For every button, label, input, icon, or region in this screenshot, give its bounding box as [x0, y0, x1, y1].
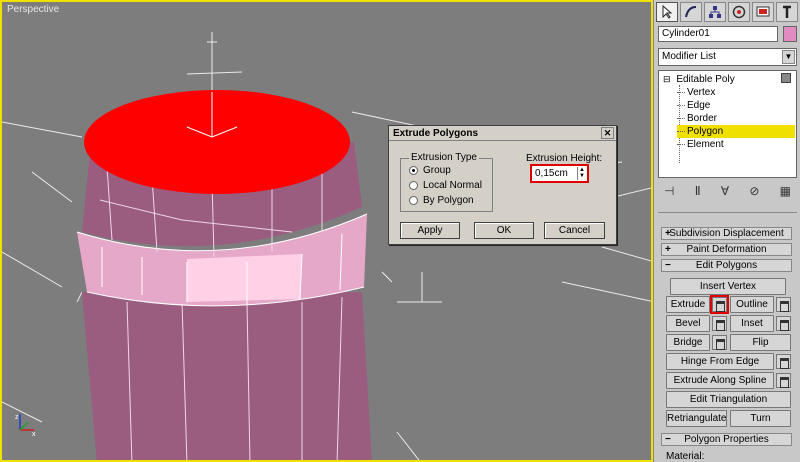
hierarchy-tab[interactable]	[704, 2, 726, 22]
motion-icon	[732, 5, 746, 19]
radio-icon	[409, 196, 418, 205]
command-panel: Cylinder01 Modifier List ▼ ⊟ Editable Po…	[653, 0, 800, 462]
bevel-button[interactable]: Bevel	[666, 315, 710, 332]
stack-item-polygon[interactable]: Polygon	[677, 125, 795, 138]
display-icon	[756, 6, 770, 17]
display-tab[interactable]	[752, 2, 774, 22]
rollouts-area: + Subdivision Displacement + Paint Deforma…	[658, 212, 797, 462]
apply-button[interactable]: Apply	[400, 222, 460, 239]
stack-item-border[interactable]: Border	[677, 112, 717, 125]
cancel-button[interactable]: Cancel	[544, 222, 605, 239]
remove-modifier-icon[interactable]: ⊘	[749, 184, 759, 198]
extrusion-height-label: Extrusion Height:	[526, 153, 603, 164]
dialog-title: Extrude Polygons	[393, 128, 479, 139]
stack-tools: ⊣ Ⅱ ∀ ⊘ ▦	[658, 180, 797, 202]
stack-toggle-icon[interactable]	[781, 73, 791, 83]
radio-icon	[409, 181, 418, 190]
extrusion-height-input[interactable]: 0,15cm ▲ ▼	[530, 164, 589, 183]
svg-text:x: x	[32, 431, 36, 436]
command-panel-tabs	[656, 2, 798, 22]
extrusion-type-group: Extrusion Type Group Local Normal By Pol…	[400, 152, 493, 212]
object-name-field[interactable]: Cylinder01	[658, 26, 778, 42]
insert-vertex-button[interactable]: Insert Vertex	[670, 278, 786, 295]
utilities-tab[interactable]	[776, 2, 798, 22]
configure-sets-icon[interactable]: ▦	[780, 184, 791, 198]
curve-icon	[685, 6, 697, 18]
radio-selected-icon	[409, 166, 418, 175]
show-end-result-icon[interactable]: Ⅱ	[695, 184, 701, 198]
bevel-settings-button[interactable]	[712, 316, 727, 331]
bridge-button[interactable]: Bridge	[666, 334, 710, 351]
hierarchy-icon	[709, 6, 721, 18]
radio-by-polygon[interactable]: By Polygon	[409, 195, 474, 206]
utilities-icon	[783, 5, 791, 18]
flip-button[interactable]: Flip	[730, 334, 791, 351]
extrude-along-spline-button[interactable]: Extrude Along Spline	[666, 372, 774, 389]
turn-button[interactable]: Turn	[730, 410, 791, 427]
chevron-down-icon: ▼	[782, 50, 795, 64]
rollout-subdivision-displacement[interactable]: + Subdivision Displacement	[661, 227, 792, 240]
object-color-swatch[interactable]	[783, 26, 797, 42]
cursor-icon	[662, 5, 673, 19]
spinner-icon[interactable]: ▲ ▼	[577, 167, 586, 180]
modifier-list-dropdown[interactable]: Modifier List ▼	[658, 48, 797, 66]
viewport-label[interactable]: Perspective	[7, 4, 59, 15]
ok-button[interactable]: OK	[474, 222, 534, 239]
make-unique-icon[interactable]: ∀	[721, 184, 729, 198]
rollout-polygon-properties[interactable]: − Polygon Properties	[661, 433, 792, 446]
hinge-from-edge-button[interactable]: Hinge From Edge	[666, 353, 774, 370]
extrude-button[interactable]: Extrude	[666, 296, 710, 313]
stack-item-editable-poly[interactable]: ⊟ Editable Poly	[663, 73, 735, 86]
material-label: Material:	[666, 451, 705, 462]
close-icon[interactable]: ✕	[601, 127, 614, 139]
dialog-title-bar[interactable]: Extrude Polygons ✕	[389, 126, 616, 141]
outline-button[interactable]: Outline	[730, 296, 774, 313]
outline-settings-button[interactable]	[776, 297, 791, 312]
extrusion-type-label: Extrusion Type	[409, 152, 479, 163]
create-tab[interactable]	[656, 2, 678, 22]
svg-text:z: z	[15, 414, 19, 421]
radio-local-normal[interactable]: Local Normal	[409, 180, 482, 191]
extrude-polygons-dialog: Extrude Polygons ✕ Extrusion Type Group …	[388, 125, 617, 245]
rollout-edit-polygons[interactable]: − Edit Polygons	[661, 259, 792, 272]
edit-triangulation-button[interactable]: Edit Triangulation	[666, 391, 791, 408]
radio-group[interactable]: Group	[409, 165, 451, 176]
extrude-settings-button[interactable]	[710, 295, 729, 314]
retriangulate-button[interactable]: Retriangulate	[666, 410, 727, 427]
hinge-settings-button[interactable]	[776, 354, 791, 369]
extrude-along-spline-settings-button[interactable]	[776, 373, 791, 388]
stack-item-element[interactable]: Element	[677, 138, 724, 151]
stack-item-edge[interactable]: Edge	[677, 99, 710, 112]
inset-settings-button[interactable]	[776, 316, 791, 331]
axis-gizmo: z x	[14, 410, 38, 436]
collapse-icon: ⊟	[663, 74, 671, 84]
selected-polygon-cap	[84, 90, 350, 194]
stack-item-vertex[interactable]: Vertex	[677, 86, 715, 99]
pin-stack-icon[interactable]: ⊣	[664, 184, 674, 198]
rollout-paint-deformation[interactable]: + Paint Deformation	[661, 243, 792, 256]
modifier-stack: ⊟ Editable Poly Vertex Edge Border Polyg…	[658, 70, 797, 178]
inset-button[interactable]: Inset	[730, 315, 774, 332]
motion-tab[interactable]	[728, 2, 750, 22]
modifier-list-label: Modifier List	[662, 51, 716, 62]
bridge-settings-button[interactable]	[712, 335, 727, 350]
modify-tab[interactable]	[680, 2, 702, 22]
